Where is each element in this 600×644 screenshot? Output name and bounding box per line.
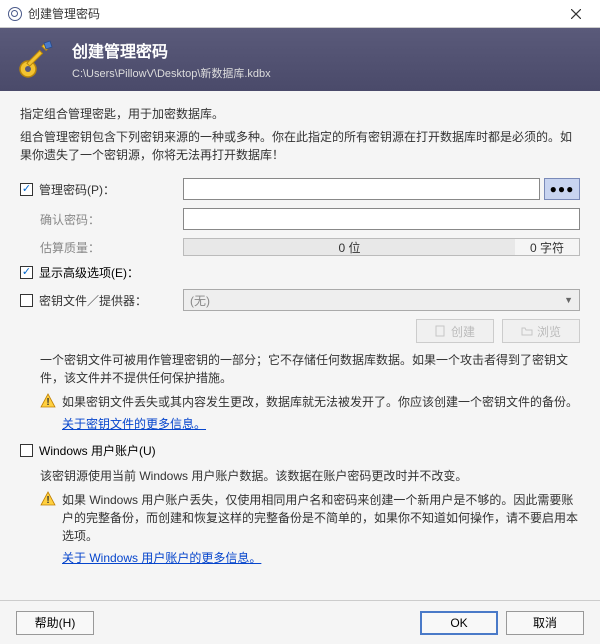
browse-keyfile-button: 浏览 [502,319,580,343]
svg-text:!: ! [46,495,49,506]
winaccount-checkbox[interactable] [20,444,33,457]
help-button[interactable]: 帮助(H) [16,611,94,635]
keyfile-description: 一个密钥文件可被用作管理密钥的一部分；它不存储任何数据库数据。如果一个攻击者得到… [20,351,580,387]
intro-text-2: 组合管理密钥包含下列密钥来源的一种或多种。你在此指定的所有密钥源在打开数据库时都… [20,128,580,164]
quality-label: 估算质量： [20,239,183,256]
keyfile-dropdown[interactable]: (无) ▼ [183,289,580,311]
lock-icon [8,7,22,21]
keyfile-label: 密钥文件／提供器： [39,292,183,309]
warning-icon: ! [40,393,56,409]
quality-chars: 0 字符 [515,238,580,256]
chevron-down-icon: ▼ [564,295,573,305]
close-button[interactable] [556,2,596,26]
confirm-password-label: 确认密码： [20,211,183,228]
keyfile-warning: 如果密钥文件丢失或其内容发生更改，数据库就无法被发开了。你应该创建一个密钥文件的… [62,393,578,411]
keyfile-info-link[interactable]: 关于密钥文件的更多信息。 [20,415,580,432]
intro-text-1: 指定组合管理密匙，用于加密数据库。 [20,105,580,122]
quality-meter: 0 位 [183,238,515,256]
ok-button[interactable]: OK [420,611,498,635]
footer: 帮助(H) OK 取消 [0,600,600,644]
header-title: 创建管理密码 [72,38,271,62]
winaccount-description: 该密钥源使用当前 Windows 用户账户数据。该数据在账户密码更改时并不改变。 [20,467,580,485]
key-icon [16,39,58,81]
password-label: 管理密码(P)： [39,181,183,198]
advanced-checkbox[interactable] [20,266,33,279]
create-keyfile-button: 创建 [416,319,494,343]
reveal-password-button[interactable]: ●●● [544,178,580,200]
header-path: C:\Users\PillowV\Desktop\新数据库.kdbx [72,65,271,81]
content-area: 指定组合管理密匙，用于加密数据库。 组合管理密钥包含下列密钥来源的一种或多种。你… [0,91,600,600]
header-band: 创建管理密码 C:\Users\PillowV\Desktop\新数据库.kdb… [0,28,600,91]
window-title: 创建管理密码 [28,5,556,22]
winaccount-warning: 如果 Windows 用户账户丢失，仅使用相同用户名和密码来创建一个新用户是不够… [62,491,580,545]
password-input[interactable] [183,178,540,200]
keyfile-checkbox[interactable] [20,294,33,307]
cancel-button[interactable]: 取消 [506,611,584,635]
advanced-label: 显示高级选项(E)： [39,264,139,281]
keyfile-dropdown-value: (无) [190,292,210,309]
confirm-password-input[interactable] [183,208,580,230]
warning-icon: ! [40,491,56,507]
password-checkbox[interactable] [20,183,33,196]
titlebar: 创建管理密码 [0,0,600,28]
winaccount-label: Windows 用户账户(U) [39,442,156,459]
winaccount-info-link[interactable]: 关于 Windows 用户账户的更多信息。 [20,549,580,566]
svg-text:!: ! [46,397,49,408]
